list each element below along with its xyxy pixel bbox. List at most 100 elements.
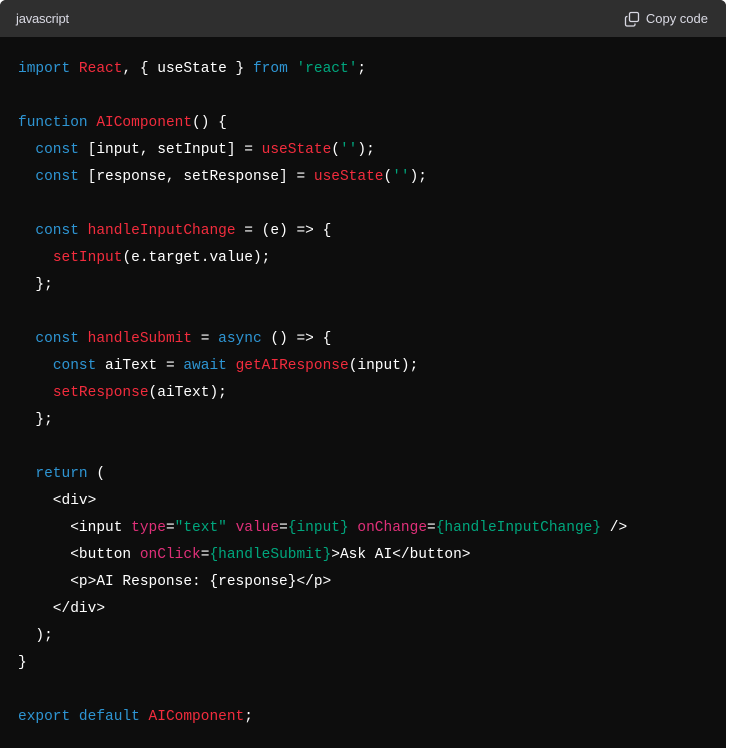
string-token: "text" — [174, 520, 227, 536]
plain-token: aiText = — [96, 358, 184, 374]
plain-token: ; — [357, 61, 367, 77]
identifier-token: setResponse — [52, 385, 149, 401]
copy-code-button[interactable]: Copy code — [624, 11, 708, 27]
attribute-token: type — [131, 520, 166, 536]
keyword-token: const — [35, 142, 79, 158]
keyword-token: from — [252, 61, 288, 77]
plain-token: <p>AI Response: {response}</p> — [18, 574, 332, 590]
plain-token: ( — [383, 169, 393, 185]
code-line: const aiText = await getAIResponse(input… — [18, 353, 726, 380]
code-line: <p>AI Response: {response}</p> — [18, 569, 726, 596]
plain-token: /> — [601, 520, 628, 536]
plain-token: ); — [357, 142, 375, 158]
string-token: 'react' — [296, 61, 358, 77]
code-line: </div> — [18, 596, 726, 623]
plain-token: <button — [18, 547, 140, 563]
plain-token: <input — [18, 520, 132, 536]
attribute-token: onClick — [139, 547, 201, 563]
code-line: setResponse(aiText); — [18, 380, 726, 407]
code-line: <button onClick={handleSubmit}>Ask AI</b… — [18, 542, 726, 569]
identifier-token: handleSubmit — [87, 331, 193, 347]
code-line: import React, { useState } from 'react'; — [18, 56, 726, 83]
code-line: const handleInputChange = (e) => { — [18, 218, 726, 245]
plain-token: [response, setResponse] = — [78, 169, 314, 185]
identifier-token: AIComponent — [96, 115, 193, 131]
plain-token: () => { — [261, 331, 332, 347]
plain-token: = (e) => { — [235, 223, 332, 239]
code-block: javascript Copy code import React, { use… — [0, 0, 726, 748]
keyword-token: default — [78, 709, 140, 725]
plain-token: ( — [87, 466, 106, 482]
identifier-token: handleInputChange — [87, 223, 236, 239]
plain-token: ); — [18, 628, 53, 644]
plain-token: >Ask AI</button> — [331, 547, 471, 563]
code-line: }; — [18, 272, 726, 299]
plain-token: (e.target.value); — [122, 250, 271, 266]
keyword-token: async — [218, 331, 262, 347]
plain-token: (input); — [348, 358, 419, 374]
keyword-token: const — [35, 223, 79, 239]
code-line: } — [18, 650, 726, 677]
code-line: const [input, setInput] = useState(''); — [18, 137, 726, 164]
keyword-token: const — [35, 331, 79, 347]
copy-code-label: Copy code — [645, 11, 708, 26]
string-token: '' — [339, 142, 358, 158]
attribute-token: value — [235, 520, 280, 536]
code-block-header: javascript Copy code — [0, 0, 726, 37]
code-line: const [response, setResponse] = useState… — [18, 164, 726, 191]
identifier-token: useState — [261, 142, 332, 158]
string-token: {handleSubmit} — [209, 547, 332, 563]
identifier-token: useState — [313, 169, 384, 185]
plain-token: <div> — [18, 493, 97, 509]
plain-token: </div> — [18, 601, 106, 617]
plain-token: [input, setInput] = — [78, 142, 262, 158]
identifier-token: AIComponent — [148, 709, 245, 725]
plain-token: ( — [331, 142, 340, 158]
language-label: javascript — [16, 11, 69, 26]
copy-icon — [624, 11, 639, 27]
plain-token: ; — [244, 709, 253, 725]
plain-token: (aiText); — [148, 385, 227, 401]
plain-token: = — [192, 331, 219, 347]
code-line: <div> — [18, 488, 726, 515]
plain-token: = — [279, 520, 288, 536]
keyword-token: export — [18, 709, 71, 725]
keyword-token: function — [18, 115, 88, 131]
plain-token: }; — [18, 412, 53, 428]
keyword-token: const — [52, 358, 97, 374]
code-line: ); — [18, 623, 726, 650]
code-content: import React, { useState } from 'react';… — [0, 37, 726, 731]
code-line: return ( — [18, 461, 726, 488]
plain-token: }; — [18, 277, 53, 293]
identifier-token: setInput — [52, 250, 123, 266]
code-line: <input type="text" value={input} onChang… — [18, 515, 726, 542]
attribute-token: onChange — [357, 520, 428, 536]
identifier-token: React — [78, 61, 123, 77]
plain-token: ); — [409, 169, 428, 185]
code-line: function AIComponent() { — [18, 110, 726, 137]
keyword-token: const — [35, 169, 79, 185]
code-line: export default AIComponent; — [18, 704, 726, 731]
keyword-token: await — [183, 358, 227, 374]
code-line: const handleSubmit = async () => { — [18, 326, 726, 353]
code-line: }; — [18, 407, 726, 434]
plain-token: () { — [192, 115, 227, 131]
string-token: {handleInputChange} — [435, 520, 602, 536]
plain-token: = — [427, 520, 436, 536]
